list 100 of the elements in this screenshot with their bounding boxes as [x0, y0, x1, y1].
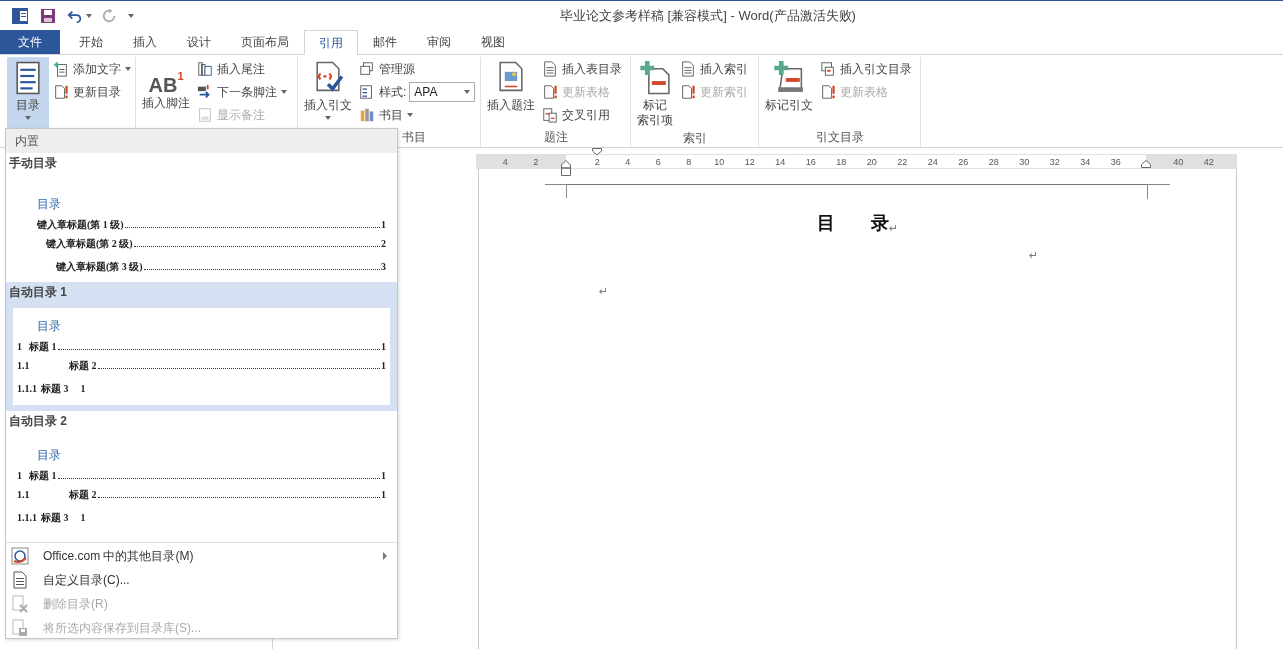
- document-heading: 目 录: [816, 212, 889, 235]
- mark-citation-icon: [772, 61, 806, 95]
- ribbon-button[interactable]: 标记 索引项: [634, 57, 676, 130]
- globe-icon: [11, 547, 29, 565]
- style-list-icon: [359, 84, 375, 100]
- ribbon-tab[interactable]: 视图: [466, 30, 520, 54]
- caret-icon: [128, 13, 134, 18]
- preview-text: 键入章标题(第 3 级): [56, 260, 143, 274]
- mark-entry-icon: [638, 61, 672, 95]
- preview-heading: 目录: [36, 447, 62, 464]
- ribbon-tab[interactable]: 邮件: [358, 30, 412, 54]
- caret-icon: [407, 113, 413, 117]
- ruler-number: 2: [593, 156, 601, 167]
- ribbon-button[interactable]: 标记引文: [762, 57, 816, 129]
- caret-icon: [281, 90, 287, 94]
- ruler-number: 14: [774, 156, 787, 167]
- ruler-number: 24: [926, 156, 939, 167]
- ruler-number: 34: [1079, 156, 1092, 167]
- ribbon-tab[interactable]: 开始: [64, 30, 118, 54]
- preview-text: 1: [17, 341, 23, 352]
- ribbon-button[interactable]: 插入表目录: [542, 60, 622, 78]
- window-title: 毕业论文参考样稿 [兼容模式] - Word(产品激活失败): [560, 7, 856, 25]
- preview-text: 键入章标题(第 1 级): [37, 218, 124, 232]
- cross-reference-icon: [542, 107, 558, 123]
- ruler-number: 4: [624, 156, 632, 167]
- preview-text: 1.1.1: [17, 512, 37, 523]
- indent-marker-icon[interactable]: [592, 148, 602, 156]
- ribbon-button[interactable]: 目录: [7, 57, 49, 129]
- preview-text: 1.1: [17, 489, 31, 500]
- preview-text: 标题 2: [69, 488, 97, 502]
- ruler-number: 22: [896, 156, 909, 167]
- citation-table-icon: [820, 61, 836, 77]
- ribbon-tab[interactable]: 引用: [304, 30, 358, 55]
- caret-icon: [25, 116, 31, 120]
- gallery-item[interactable]: 自动目录 1 目录 1 标题 1 1 1.1 标题 2 1 1.1.1 标题 3 1: [6, 282, 397, 411]
- preview-text: 1: [381, 489, 386, 500]
- caret-icon: [464, 90, 471, 94]
- save-icon[interactable]: [39, 6, 57, 25]
- ribbon-button[interactable]: 插入题注: [484, 57, 538, 129]
- preview-text: 键入章标题(第 2 级): [46, 237, 133, 251]
- ribbon-button[interactable]: 下一条脚注: [197, 83, 287, 101]
- ribbon-tab[interactable]: 设计: [172, 30, 226, 54]
- paragraph-mark: ↵: [1029, 249, 1039, 263]
- preview-text: 标题 1: [29, 340, 57, 354]
- group-label: 索引: [682, 131, 707, 145]
- ribbon-button[interactable]: 交叉引用: [542, 106, 610, 124]
- ribbon-button[interactable]: 管理源: [359, 60, 415, 78]
- indent-marker-icon[interactable]: [561, 160, 571, 176]
- submenu-arrow-icon: [383, 552, 387, 560]
- preview-text: 1: [381, 219, 386, 230]
- ruler-number: 32: [1048, 156, 1061, 167]
- ruler-number: 16: [804, 156, 817, 167]
- ribbon-button[interactable]: 样式:: [359, 83, 407, 101]
- document-icon: [680, 61, 696, 77]
- preview-text: 1: [381, 341, 386, 352]
- caret-icon: [86, 13, 92, 18]
- ribbon-button[interactable]: 插入引文: [301, 57, 355, 129]
- ribbon-button[interactable]: 插入引文目录: [820, 60, 912, 78]
- preview-heading: 目录: [36, 318, 62, 335]
- endnote-icon: [197, 61, 213, 77]
- group-label: 题注: [543, 130, 568, 144]
- ribbon-button[interactable]: AB$^{1}$ 插入脚注: [139, 57, 193, 129]
- menu-item[interactable]: Office.com 中的其他目录(M): [6, 544, 397, 568]
- update-page-icon: [680, 84, 696, 100]
- next-footnote-icon: [197, 84, 213, 100]
- menu-item[interactable]: 自定义目录(C)...: [6, 568, 397, 592]
- preview-text: 标题 1: [29, 469, 57, 483]
- ruler-number: 6: [654, 156, 662, 167]
- corner-mark: [1147, 184, 1170, 199]
- ribbon-button[interactable]: 更新目录: [53, 83, 121, 101]
- ribbon-tab[interactable]: 页面布局: [226, 30, 304, 54]
- ruler-number: 26: [957, 156, 970, 167]
- ribbon-button[interactable]: 书目: [359, 106, 413, 124]
- ribbon-tab[interactable]: 审阅: [412, 30, 466, 54]
- ribbon-button[interactable]: 插入索引: [680, 60, 748, 78]
- update-page-icon: [820, 84, 836, 100]
- remove-document-icon: [11, 595, 29, 613]
- ruler-number: 10: [713, 156, 726, 167]
- update-page-icon: [53, 84, 69, 100]
- preview-text: 标题 3: [41, 382, 69, 396]
- stacked-pages-icon: [359, 61, 375, 77]
- ribbon-button[interactable]: 添加文字: [53, 60, 131, 78]
- ribbon-tab[interactable]: 插入: [118, 30, 172, 54]
- preview-text: 1.1.1: [17, 383, 37, 394]
- section-header: 内置: [6, 129, 397, 153]
- group-label: 引文目录: [815, 130, 864, 144]
- style-dropdown[interactable]: APA: [409, 82, 476, 102]
- word-icon[interactable]: [11, 6, 29, 25]
- gallery-item[interactable]: 手动目录 目录 键入章标题(第 1 级) 1 键入章标题(第 2 级) 2 键入章标题(第 3 级) 3: [6, 153, 397, 282]
- gallery-item[interactable]: 自动目录 2 目录 1 标题 1 1 1.1 标题 2 1 1.1.1 标题 3 1: [6, 411, 397, 540]
- ruler-number: 12: [743, 156, 756, 167]
- document-icon: [542, 61, 558, 77]
- group-label: 书目: [402, 130, 426, 144]
- update-page-icon: [542, 84, 558, 100]
- file-tab[interactable]: 文件: [0, 30, 60, 54]
- ribbon-button[interactable]: 插入尾注: [197, 60, 265, 78]
- caret-icon: [125, 67, 131, 71]
- caret-icon: [325, 116, 331, 120]
- notes-icon: [197, 107, 213, 123]
- add-text-icon: [53, 61, 69, 77]
